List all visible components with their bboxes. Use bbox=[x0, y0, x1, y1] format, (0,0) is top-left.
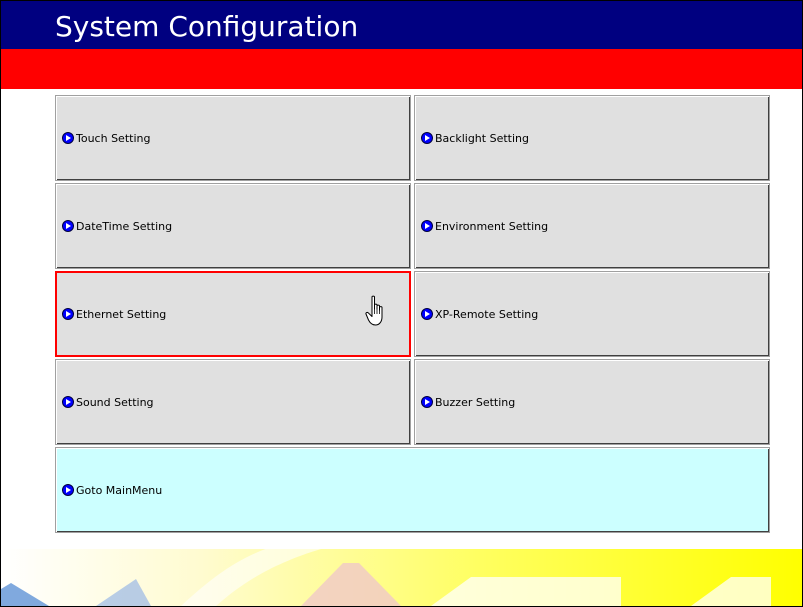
arrow-circle-icon bbox=[62, 396, 74, 408]
touch-setting-button[interactable]: Touch Setting bbox=[55, 95, 411, 181]
header-accent-band bbox=[1, 49, 802, 89]
arrow-circle-icon bbox=[421, 396, 433, 408]
buzzer-setting-button[interactable]: Buzzer Setting bbox=[414, 359, 770, 445]
title-bar: System Configuration bbox=[1, 1, 802, 49]
sound-setting-button[interactable]: Sound Setting bbox=[55, 359, 411, 445]
ethernet-setting-button[interactable]: Ethernet Setting bbox=[55, 271, 411, 357]
arrow-circle-icon bbox=[62, 132, 74, 144]
hand-cursor-icon bbox=[365, 295, 383, 326]
system-configuration-screen: System Configuration Touch Setting Backl… bbox=[0, 0, 803, 607]
environment-setting-button[interactable]: Environment Setting bbox=[414, 183, 770, 269]
arrow-circle-icon bbox=[421, 308, 433, 320]
button-label: Ethernet Setting bbox=[76, 307, 167, 321]
goto-mainmenu-button[interactable]: Goto MainMenu bbox=[55, 447, 770, 533]
arrow-circle-icon bbox=[62, 484, 74, 496]
button-label: XP-Remote Setting bbox=[435, 307, 539, 321]
button-label: Sound Setting bbox=[76, 395, 154, 409]
button-label: Buzzer Setting bbox=[435, 395, 516, 409]
datetime-setting-button[interactable]: DateTime Setting bbox=[55, 183, 411, 269]
arrow-circle-icon bbox=[421, 220, 433, 232]
watermark-logo bbox=[1, 549, 802, 606]
button-label: Touch Setting bbox=[76, 131, 151, 145]
page-title: System Configuration bbox=[55, 10, 359, 43]
backlight-setting-button[interactable]: Backlight Setting bbox=[414, 95, 770, 181]
arrow-circle-icon bbox=[62, 220, 74, 232]
button-label: Backlight Setting bbox=[435, 131, 529, 145]
xp-remote-setting-button[interactable]: XP-Remote Setting bbox=[414, 271, 770, 357]
button-label: Environment Setting bbox=[435, 219, 549, 233]
arrow-circle-icon bbox=[62, 308, 74, 320]
button-label: DateTime Setting bbox=[76, 219, 173, 233]
button-label: Goto MainMenu bbox=[76, 483, 163, 497]
arrow-circle-icon bbox=[421, 132, 433, 144]
